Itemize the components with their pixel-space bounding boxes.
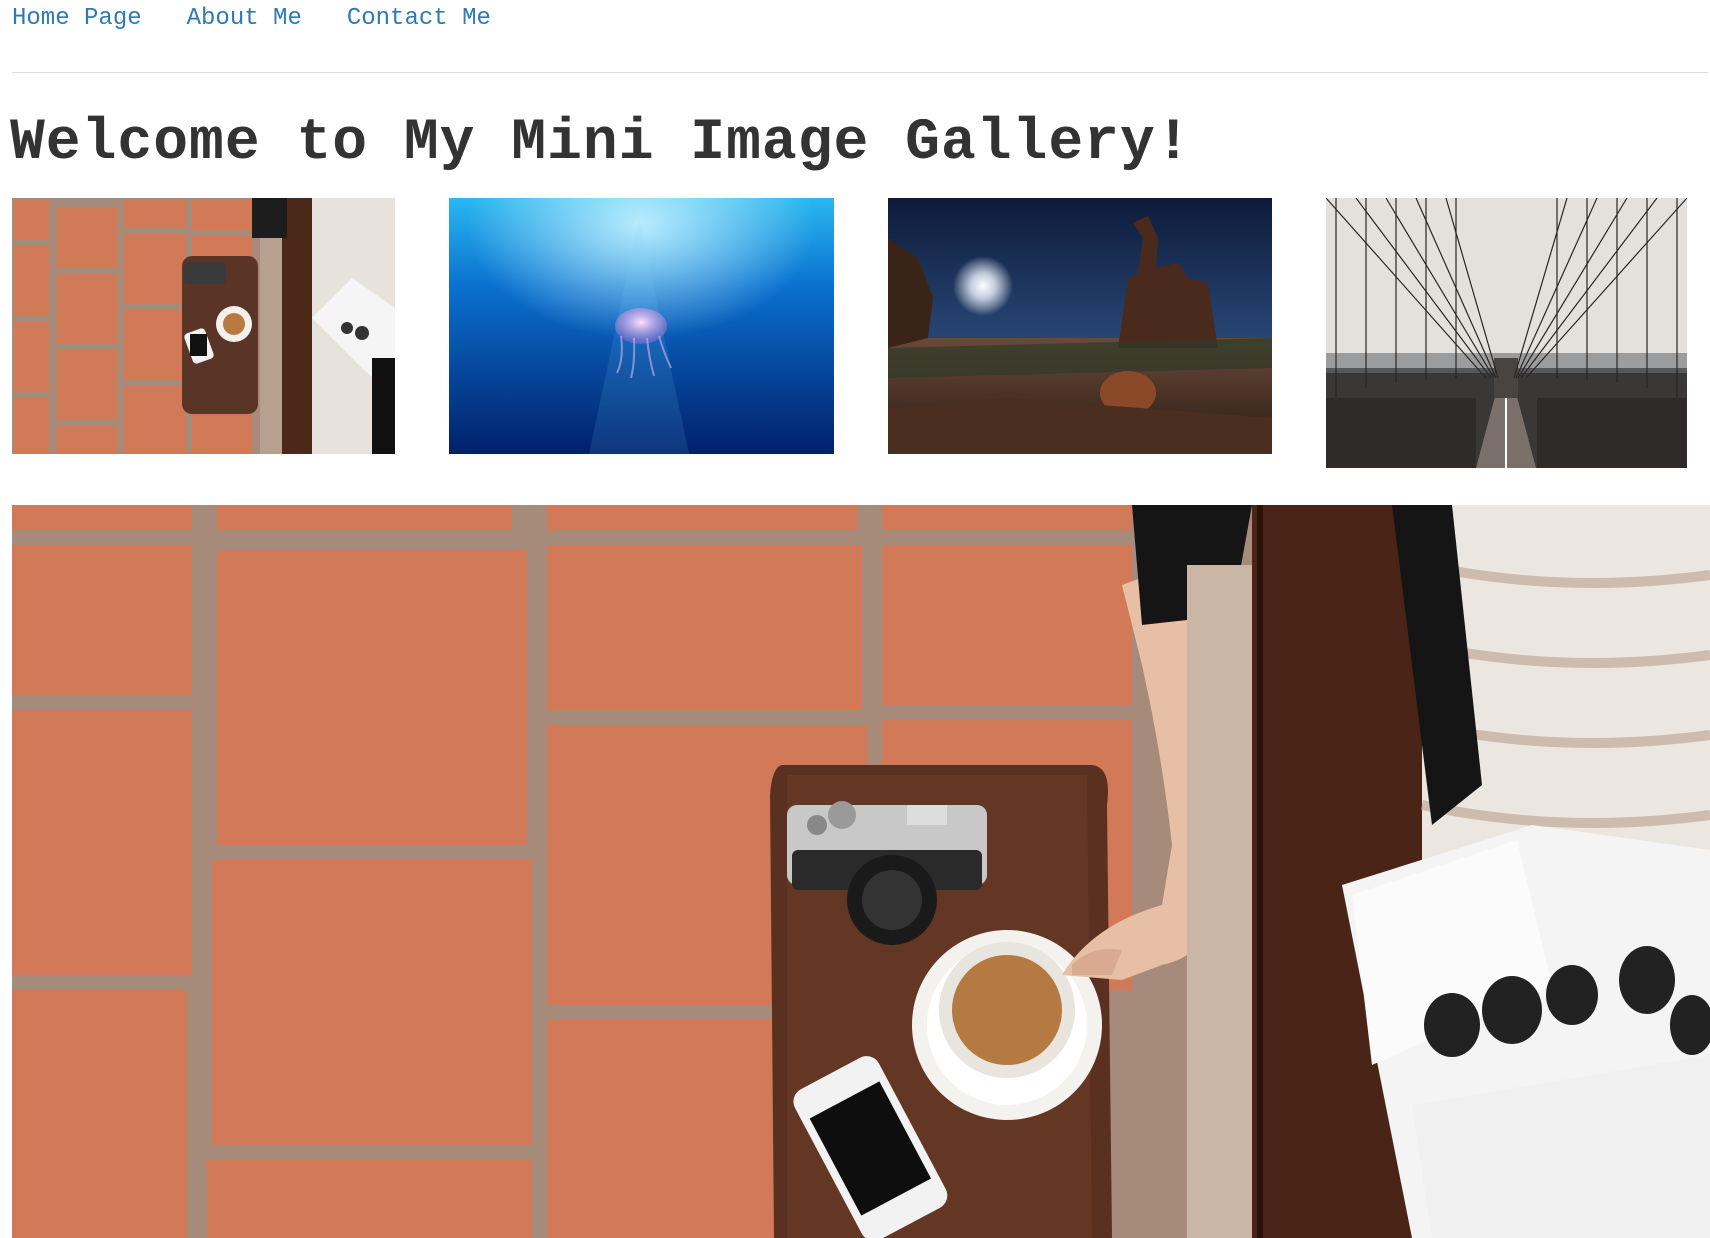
desert-night-image xyxy=(888,198,1272,454)
bridge-image xyxy=(1326,198,1687,468)
thumbnail-desert-night[interactable] xyxy=(888,198,1272,454)
nav-link-about[interactable]: About Me xyxy=(187,4,302,34)
top-nav: Home Page About Me Contact Me xyxy=(12,4,491,34)
page-title: Welcome to My Mini Image Gallery! xyxy=(10,111,1192,176)
nav-link-contact[interactable]: Contact Me xyxy=(347,4,491,34)
nav-link-home[interactable]: Home Page xyxy=(12,4,142,34)
thumbnail-jellyfish[interactable] xyxy=(449,198,834,454)
jellyfish-image xyxy=(449,198,834,454)
thumbnail-bridge[interactable] xyxy=(1326,198,1687,468)
nav-divider xyxy=(12,72,1708,73)
thumbnail-coffee-table[interactable] xyxy=(12,198,395,454)
coffee-table-image xyxy=(12,198,395,454)
page: Home Page About Me Contact Me Welcome to… xyxy=(0,0,1710,1238)
main-image-viewer xyxy=(12,505,1710,1238)
main-coffee-table-image xyxy=(12,505,1710,1238)
